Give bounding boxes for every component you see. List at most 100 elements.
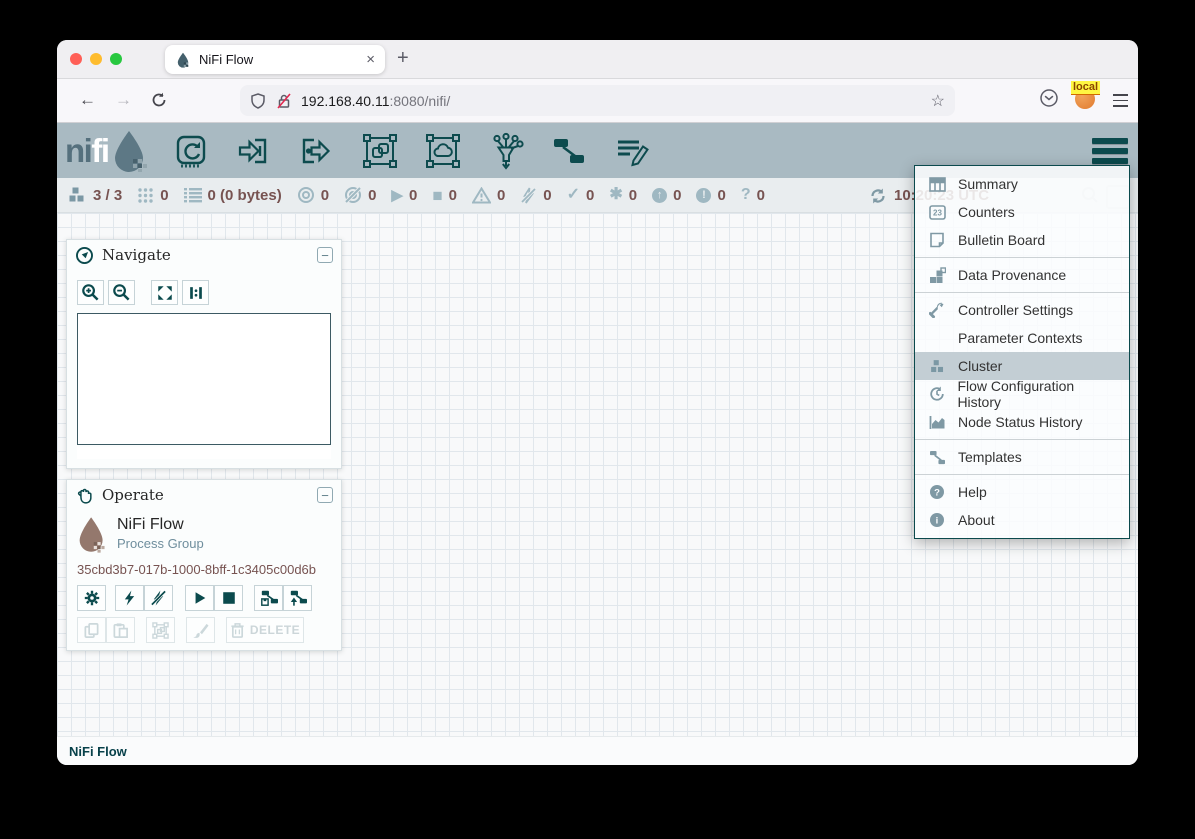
refresh-button[interactable] bbox=[869, 187, 887, 205]
zoom-out-button[interactable] bbox=[108, 280, 135, 305]
pocket-button[interactable] bbox=[1039, 88, 1059, 108]
upload-template-icon bbox=[289, 589, 307, 607]
menu-item-help[interactable]: ? Help bbox=[915, 478, 1129, 506]
toolbar-processor-button[interactable] bbox=[171, 131, 211, 171]
create-template-button[interactable] bbox=[254, 585, 283, 611]
breadcrumb-root[interactable]: NiFi Flow bbox=[69, 744, 127, 759]
menu-divider bbox=[915, 439, 1129, 440]
start-button[interactable] bbox=[185, 585, 214, 611]
navigate-panel: Navigate − bbox=[66, 239, 342, 469]
stat-transmitting: 0 bbox=[297, 186, 329, 204]
templates-icon bbox=[929, 450, 946, 465]
minimize-window-button[interactable] bbox=[90, 53, 102, 65]
tab-title: NiFi Flow bbox=[199, 52, 366, 67]
browser-window: NiFi Flow × + ← → 192.168.40.11:8080/nif… bbox=[57, 40, 1138, 765]
global-menu-button[interactable] bbox=[1092, 134, 1128, 168]
stat-connected-nodes: 3 / 3 bbox=[67, 185, 122, 205]
disable-button[interactable] bbox=[144, 585, 173, 611]
play-icon bbox=[192, 590, 208, 606]
operate-collapse-button[interactable]: − bbox=[317, 487, 333, 503]
zoom-window-button[interactable] bbox=[110, 53, 122, 65]
group-button[interactable] bbox=[146, 617, 175, 643]
profile-button[interactable]: local bbox=[1075, 87, 1097, 109]
svg-text:i: i bbox=[936, 515, 939, 526]
lightning-icon bbox=[122, 589, 137, 607]
history-icon bbox=[929, 386, 945, 402]
operate-hand-icon bbox=[75, 486, 94, 505]
stat-stale: ↑ 0 bbox=[652, 187, 681, 204]
delete-label: DELETE bbox=[250, 623, 300, 637]
new-tab-button[interactable]: + bbox=[397, 47, 409, 70]
browser-tab[interactable]: NiFi Flow × bbox=[165, 45, 385, 74]
menu-item-data-provenance[interactable]: Data Provenance bbox=[915, 261, 1129, 289]
sync-failure-icon: ? bbox=[741, 187, 751, 203]
toolbar-process-group-button[interactable] bbox=[360, 131, 400, 171]
url-bar[interactable]: 192.168.40.11:8080/nifi/ ☆ bbox=[240, 85, 955, 116]
disabled-icon bbox=[520, 187, 537, 204]
tracking-shield-icon[interactable] bbox=[250, 93, 266, 109]
toolbar-remote-process-group-button[interactable] bbox=[423, 131, 463, 171]
paste-icon bbox=[112, 622, 129, 639]
toolbar-funnel-button[interactable] bbox=[486, 131, 526, 171]
operate-title: Operate bbox=[102, 486, 317, 504]
stopped-icon: ■ bbox=[432, 187, 442, 204]
toolbar-input-port-button[interactable] bbox=[234, 131, 274, 171]
svg-text:?: ? bbox=[934, 487, 940, 498]
menu-item-cluster[interactable]: Cluster bbox=[915, 352, 1129, 380]
menu-item-controller-settings[interactable]: Controller Settings bbox=[915, 296, 1129, 324]
window-controls bbox=[70, 53, 122, 65]
lightning-slash-icon bbox=[150, 589, 167, 607]
copy-button[interactable] bbox=[77, 617, 106, 643]
reload-button[interactable] bbox=[151, 92, 167, 108]
stat-disabled: 0 bbox=[520, 187, 551, 204]
birdseye-track bbox=[77, 447, 331, 459]
configuration-button[interactable] bbox=[77, 585, 106, 611]
stat-locally-modified-stale: ! 0 bbox=[696, 187, 725, 204]
toolbar-output-port-button[interactable] bbox=[297, 131, 337, 171]
menu-item-node-status-history[interactable]: Node Status History bbox=[915, 408, 1129, 436]
firefox-menu-button[interactable] bbox=[1113, 89, 1128, 106]
menu-item-bulletin-board[interactable]: Bulletin Board bbox=[915, 226, 1129, 254]
upload-template-button[interactable] bbox=[283, 585, 312, 611]
birdseye-preview[interactable] bbox=[77, 313, 331, 445]
menu-divider bbox=[915, 474, 1129, 475]
threads-icon bbox=[137, 187, 154, 204]
back-button[interactable]: ← bbox=[79, 90, 96, 110]
process-group-drop-icon bbox=[77, 516, 107, 554]
url-host: 192.168.40.11 bbox=[301, 93, 390, 109]
counters-icon: 23 bbox=[929, 205, 946, 220]
menu-item-templates[interactable]: Templates bbox=[915, 443, 1129, 471]
toolbar-label-button[interactable] bbox=[612, 131, 652, 171]
url-text[interactable]: 192.168.40.11:8080/nifi/ bbox=[301, 93, 931, 109]
forward-button[interactable]: → bbox=[115, 90, 132, 110]
zoom-actual-size-button[interactable] bbox=[182, 280, 209, 305]
toolbar-template-button[interactable] bbox=[549, 131, 589, 171]
stat-stopped: ■ 0 bbox=[432, 187, 457, 204]
locally-modified-stale-icon: ! bbox=[696, 188, 711, 203]
paste-button[interactable] bbox=[106, 617, 135, 643]
delete-button[interactable]: DELETE bbox=[226, 617, 304, 643]
insecure-lock-icon[interactable] bbox=[276, 93, 292, 109]
invalid-icon bbox=[472, 187, 491, 204]
tab-close-button[interactable]: × bbox=[366, 51, 375, 68]
enable-button[interactable] bbox=[115, 585, 144, 611]
navigate-collapse-button[interactable]: − bbox=[317, 247, 333, 263]
menu-item-about[interactable]: i About bbox=[915, 506, 1129, 534]
stop-button[interactable] bbox=[214, 585, 243, 611]
menu-item-summary[interactable]: Summary bbox=[915, 170, 1129, 198]
zoom-in-button[interactable] bbox=[77, 280, 104, 305]
data-provenance-icon bbox=[929, 267, 946, 284]
running-icon: ▶ bbox=[391, 188, 403, 203]
fill-color-button[interactable] bbox=[186, 617, 215, 643]
zoom-fit-button[interactable] bbox=[151, 280, 178, 305]
menu-item-counters[interactable]: 23 Counters bbox=[915, 198, 1129, 226]
bookmark-star-button[interactable]: ☆ bbox=[931, 91, 945, 111]
close-window-button[interactable] bbox=[70, 53, 82, 65]
menu-item-flow-configuration-history[interactable]: Flow Configuration History bbox=[915, 380, 1129, 408]
stat-running: ▶ 0 bbox=[391, 187, 417, 204]
cluster-icon bbox=[67, 185, 87, 205]
menu-item-parameter-contexts[interactable]: Parameter Contexts bbox=[915, 324, 1129, 352]
nifi-logo: nifi bbox=[65, 129, 151, 173]
svg-text:23: 23 bbox=[933, 208, 942, 217]
global-menu: Summary 23 Counters Bulletin Board Data … bbox=[914, 165, 1130, 539]
